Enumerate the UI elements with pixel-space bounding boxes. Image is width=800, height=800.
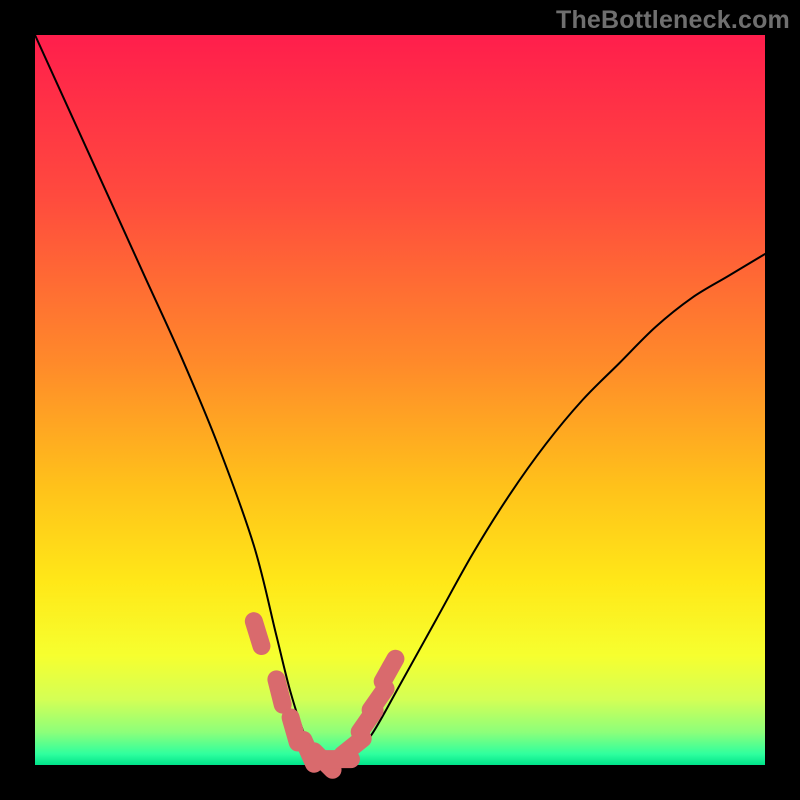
bottleneck-chart <box>0 0 800 800</box>
highlight-dot <box>342 739 362 755</box>
highlight-dot <box>383 659 396 682</box>
watermark-text: TheBottleneck.com <box>556 6 790 35</box>
highlight-dot <box>254 621 262 646</box>
chart-stage: TheBottleneck.com <box>0 0 800 800</box>
highlight-dot <box>371 689 386 710</box>
highlight-dot <box>276 679 282 704</box>
